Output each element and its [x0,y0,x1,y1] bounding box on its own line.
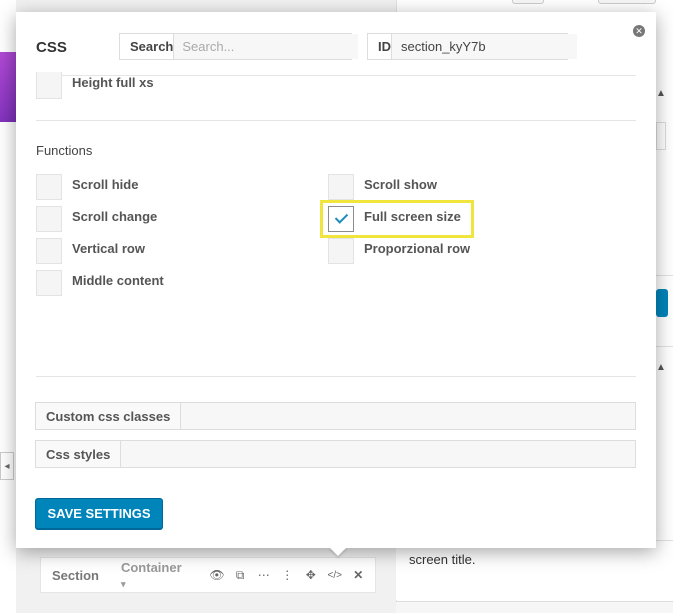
proporzional-row-label: Proporzional row [364,241,471,256]
code-icon[interactable]: </> [327,570,341,581]
modal-title: CSS [36,39,67,56]
background-text-panel [396,540,673,600]
duplicate-icon[interactable]: ⧉ [233,568,247,583]
background-image-thumbnail [0,52,16,122]
background-top-button[interactable] [598,0,656,4]
save-settings-button[interactable]: SAVE SETTINGS [35,498,163,529]
scroll-show-checkbox[interactable] [328,174,354,200]
background-divider [656,275,673,276]
option-scroll-hide: Scroll hide [36,174,138,200]
modal-pointer [329,547,347,556]
background-primary-button[interactable] [656,289,668,317]
id-input[interactable] [392,34,577,59]
caret-up-icon[interactable]: ▲ [656,362,666,373]
container-label: Container [120,560,182,575]
option-scroll-show: Scroll show [328,174,437,200]
eye-icon[interactable]: 👁 [209,568,224,582]
container-dropdown[interactable]: Container ▾ [121,560,187,590]
scroll-change-label: Scroll change [72,209,158,224]
functions-heading: Functions [36,143,93,158]
divider [36,120,636,121]
more-horizontal-icon[interactable]: ⋯ [257,568,271,582]
background-stepper-arrow[interactable]: ◂ [0,452,14,480]
background-bottom-strip [396,601,673,613]
background-divider [656,346,673,347]
custom-css-classes-field: Custom css classes [35,402,636,430]
divider [36,376,636,377]
scroll-show-label: Scroll show [364,177,437,192]
highlight-annotation [320,200,474,238]
section-label[interactable]: Section [52,568,99,583]
close-icon[interactable]: ✕ [633,25,645,37]
background-screen-title-text: screen title. [409,552,476,567]
search-group: Search [119,33,359,60]
search-label: Search [120,34,175,59]
vertical-row-checkbox[interactable] [36,238,62,264]
css-styles-field: Css styles [35,440,636,468]
vertical-row-label: Vertical row [72,241,145,256]
section-toolbar: Section Container ▾ 👁 ⧉ ⋯ ⋮ ✥ </> ✕ [40,557,376,593]
scroll-hide-checkbox[interactable] [36,174,62,200]
id-group: ID [367,33,577,60]
background-top-button[interactable] [512,0,544,4]
id-label: ID [368,34,392,59]
option-proporzional-row: Proporzional row [328,238,470,264]
search-input[interactable] [174,34,359,59]
option-middle-content: Middle content [36,270,164,296]
middle-content-label: Middle content [72,273,164,288]
scroll-change-checkbox[interactable] [36,206,62,232]
css-styles-input[interactable] [121,441,635,467]
caret-up-icon[interactable]: ▲ [656,88,666,99]
custom-css-classes-input[interactable] [181,403,635,429]
option-scroll-change: Scroll change [36,206,157,232]
background-field[interactable] [656,122,666,150]
css-styles-label: Css styles [36,441,122,467]
move-icon[interactable]: ✥ [304,568,318,582]
option-height-full-xs: Height full xs [36,72,154,99]
scroll-hide-label: Scroll hide [72,177,139,192]
middle-content-checkbox[interactable] [36,270,62,296]
caret-down-icon: ▾ [120,579,126,589]
proporzional-row-checkbox[interactable] [328,238,354,264]
close-icon[interactable]: ✕ [351,568,365,582]
option-vertical-row: Vertical row [36,238,145,264]
height-full-xs-label: Height full xs [72,75,154,90]
custom-css-classes-label: Custom css classes [36,403,182,429]
css-settings-modal: ✕ CSS Search ID Height full xs Functions… [16,12,656,548]
more-vertical-icon[interactable]: ⋮ [280,568,294,582]
height-full-xs-checkbox[interactable] [36,72,62,99]
